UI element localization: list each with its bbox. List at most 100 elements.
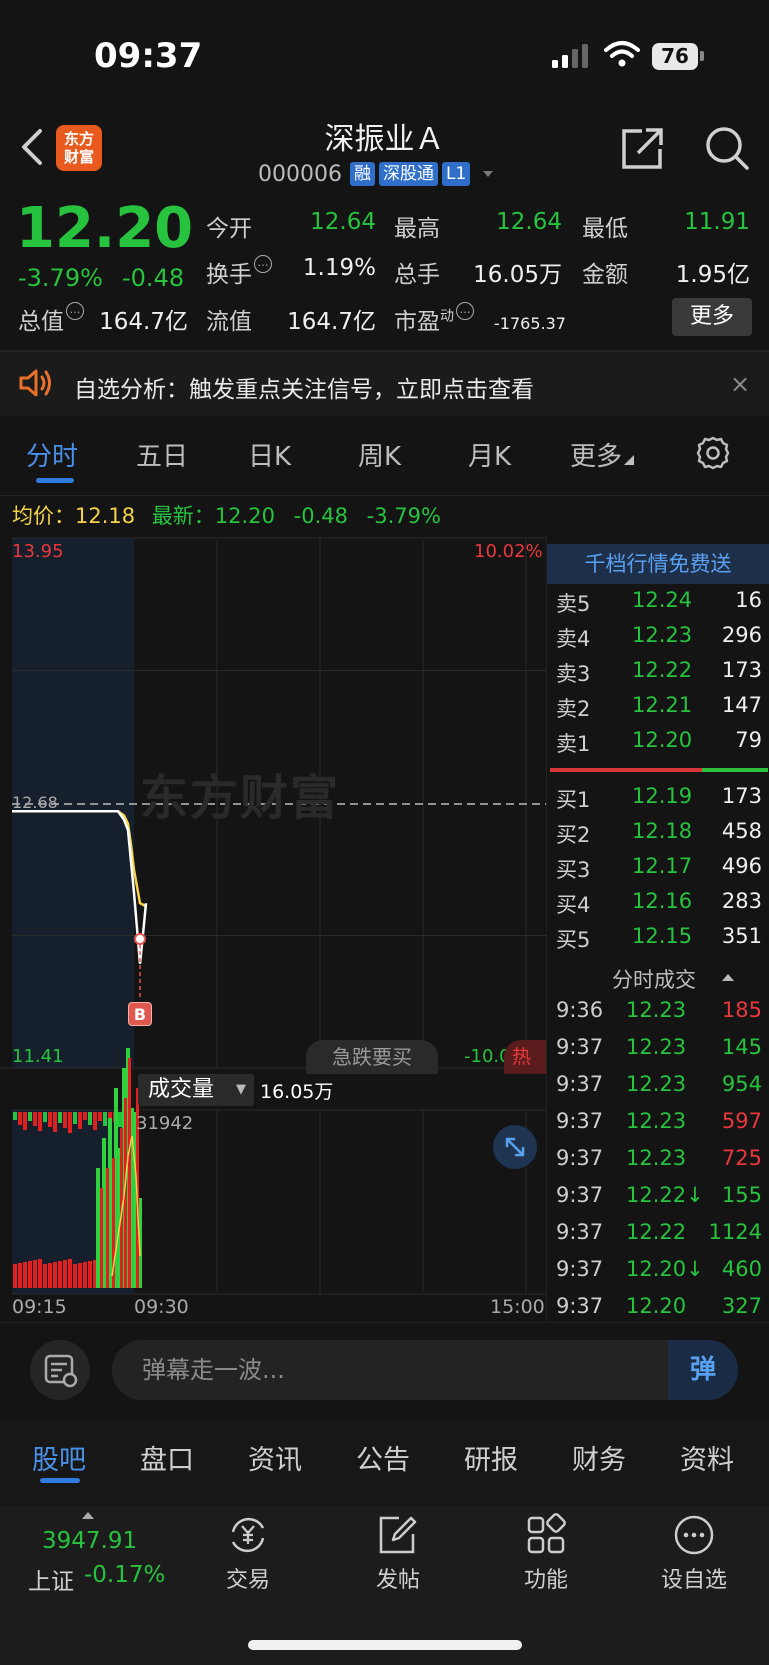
volume-bar [18,1263,22,1288]
tick-row: 9:37 12.22 1124 [556,1220,762,1254]
avg-value: 12.18 [75,504,136,528]
label-pe[interactable]: 市盈动… [394,302,474,336]
grid-icon [527,1513,566,1554]
tick-price: 12.23 [626,1146,687,1170]
volume-bar [96,1168,100,1288]
bullet-input[interactable]: 弹幕走一波... [112,1340,738,1400]
info-icon: … [456,302,474,320]
value-low: 11.91 [684,209,750,235]
tab-daily-k[interactable]: 日K [248,436,291,473]
volume-max-label: 31942 [136,1113,194,1134]
content-tab-indicator [40,1478,80,1483]
buy-marker[interactable]: B [128,1002,152,1026]
ticks-title[interactable]: 分时成交 [612,964,696,994]
volume-bar [38,1112,42,1131]
volume-bar [73,1264,77,1288]
nav-trade-label: 交易 [225,1568,270,1593]
bid-volume: 351 [721,924,762,948]
trade-icon [231,1517,265,1553]
tab-profile[interactable]: 资料 [680,1438,734,1477]
volume-bar [128,1058,131,1288]
tab-news[interactable]: 资讯 [248,1438,302,1477]
nav-trade[interactable]: 交易 [198,1512,298,1594]
tick-volume: 1124 [708,1220,762,1244]
tab-announcements[interactable]: 公告 [356,1438,410,1477]
stock-code-row[interactable]: 000006 融 深股通 L1 [258,160,496,188]
tick-row: 9:36 12.23 185 [556,998,762,1032]
tab-five-day[interactable]: 五日 [136,436,188,473]
volume-bar [38,1259,42,1288]
gear-icon[interactable] [696,436,730,470]
last-price: 12.20 [16,196,194,261]
order-book-promo[interactable]: 千档行情免费送 [547,544,769,584]
volume-bar [48,1263,52,1288]
value-total-cap: 164.7亿 [99,309,188,335]
label-turnover-text: 换手 [206,262,252,288]
ask-price: 12.24 [632,588,693,612]
ask-price: 12.23 [632,623,693,647]
ask-row: 卖4 12.23 296 [556,623,762,657]
tab-monthly-k[interactable]: 月K [468,436,511,473]
volume-total: 16.05万 [260,1081,334,1103]
nav-watchlist[interactable]: 设自选 [644,1512,744,1594]
more-button[interactable]: 更多 [672,298,752,336]
search-icon[interactable] [704,125,750,171]
bid-volume: 458 [721,819,762,843]
ask-price: 12.21 [632,693,693,717]
tick-row: 9:37 12.20↓ 460 [556,1257,762,1291]
value-amount: 1.95亿 [675,262,750,288]
label-turnover[interactable]: 换手… [206,255,272,289]
volume-bar [100,1188,103,1288]
tab-weekly-k[interactable]: 周K [358,436,401,473]
index-pct[interactable]: -0.17% [84,1562,165,1588]
bid-price: 12.15 [632,924,693,948]
volume-bar [53,1112,57,1132]
more-dots-icon [674,1515,714,1555]
tab-more[interactable]: 更多 [570,436,635,473]
tick-row: 9:37 12.23 145 [556,1035,762,1069]
tab-research[interactable]: 研报 [464,1438,518,1477]
volume-bar [58,1112,62,1123]
bullet-settings-button[interactable] [30,1340,90,1400]
ask-price: 12.20 [632,728,693,752]
tick-volume: 725 [721,1146,762,1170]
cellular-signal-icon [552,44,588,68]
price-summary-row: 均价：12.18 最新：12.20 -0.48 -3.79% [12,500,441,530]
volume-bar [53,1262,57,1288]
nav-post[interactable]: 发帖 [348,1512,448,1594]
bid-row: 买2 12.18 458 [556,819,762,853]
ask-volume: 79 [735,728,762,752]
tab-forum[interactable]: 股吧 [32,1438,86,1477]
tick-time: 9:37 [556,1109,604,1133]
label-low: 最低 [582,216,628,242]
close-icon[interactable]: × [730,370,750,398]
hot-chip[interactable]: 热 [504,1040,546,1074]
tab-market-depth[interactable]: 盘口 [140,1438,194,1477]
bullet-send-button[interactable]: 弹 [668,1340,738,1400]
info-icon: … [66,302,84,320]
ask-price: 12.22 [632,658,693,682]
expand-icon[interactable] [493,1125,537,1169]
volume-bar [58,1261,62,1288]
volume-bar [43,1264,47,1288]
bid-volume: 283 [721,889,762,913]
ask-row: 卖2 12.21 147 [556,693,762,727]
signal-chip[interactable]: 急跌要买 [306,1040,438,1074]
index-value[interactable]: 3947.91 [42,1528,137,1554]
bid-row: 买1 12.19 173 [556,784,762,818]
ask-label: 卖2 [556,697,591,721]
banner-text[interactable]: 自选分析：触发重点关注信号，立即点击查看 [74,370,534,404]
volume-bar [68,1112,72,1133]
bullet-settings-icon [44,1354,78,1388]
share-icon[interactable] [620,125,666,171]
intraday-chart[interactable] [0,536,546,1316]
tick-time: 9:37 [556,1035,604,1059]
tab-financials[interactable]: 财务 [572,1438,626,1477]
nav-functions[interactable]: 功能 [496,1512,596,1594]
ask-label: 卖3 [556,662,591,686]
tab-intraday[interactable]: 分时 [26,436,78,473]
volume-bar [78,1263,82,1288]
index-name[interactable]: 上证 [28,1562,74,1596]
label-total-cap[interactable]: 总值… [18,302,84,336]
volume-bar [48,1112,52,1127]
